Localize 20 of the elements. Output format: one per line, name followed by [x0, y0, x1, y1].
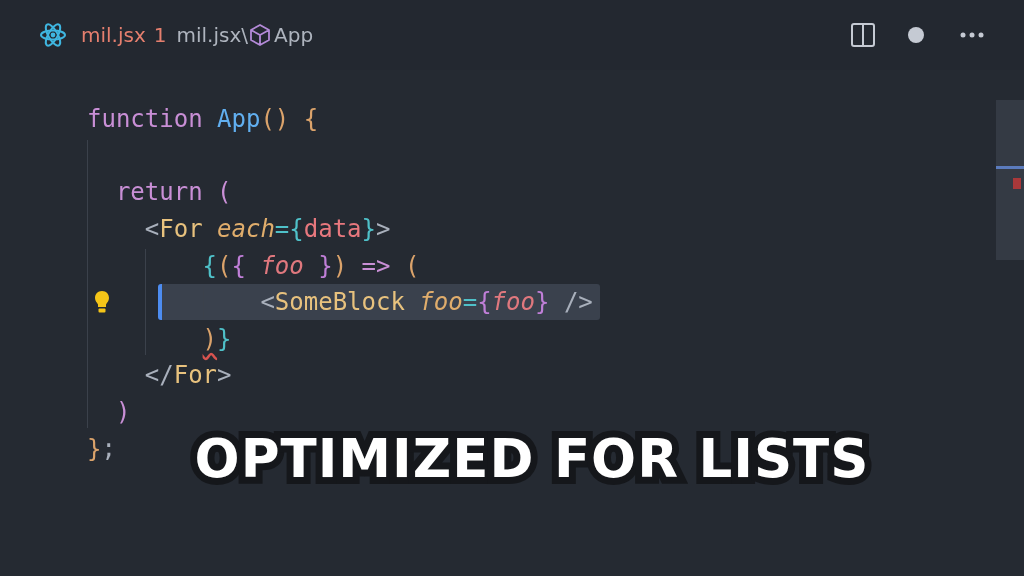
- code-line: )}: [201, 323, 232, 355]
- code-line: function App() {: [87, 104, 319, 136]
- react-atom-icon: [39, 22, 67, 48]
- code-line: ): [114, 397, 131, 429]
- code-line: <For each={data}>: [143, 214, 391, 246]
- breadcrumb-item[interactable]: mil.jsx\: [176, 23, 248, 47]
- lightbulb-icon[interactable]: [94, 290, 110, 315]
- code-line: {({ foo }) => (: [201, 250, 420, 282]
- more-icon[interactable]: [960, 32, 984, 38]
- breadcrumb-item[interactable]: App: [274, 23, 314, 47]
- code-line: return (: [114, 177, 232, 209]
- caption-text: OPTIMIZED FOR LISTS: [194, 428, 870, 489]
- cube-icon: [248, 23, 272, 47]
- unsaved-dot-icon[interactable]: [908, 27, 924, 43]
- code-line: };: [87, 433, 116, 465]
- minimap-scrollbar-drawing[interactable]: [996, 100, 1024, 260]
- file-tab-name[interactable]: mil.jsx: [81, 23, 146, 47]
- problem-count: 1: [153, 23, 167, 47]
- split-editor-icon[interactable]: [850, 22, 876, 48]
- code-line: </For>: [143, 360, 232, 392]
